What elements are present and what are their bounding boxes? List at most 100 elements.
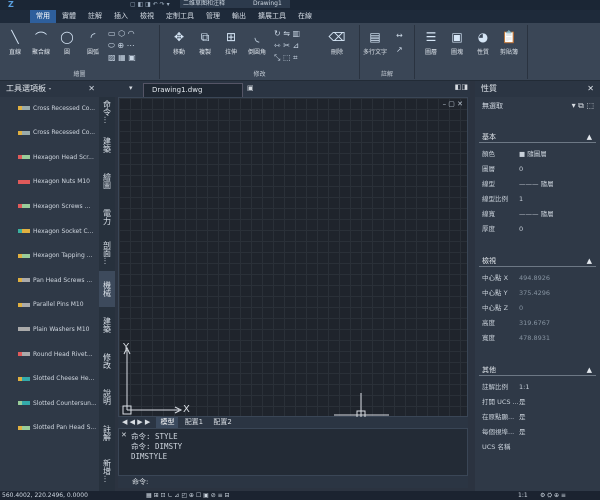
palette-tab[interactable]: 說明 xyxy=(99,379,115,415)
ribbon-tab[interactable]: 定制工具 xyxy=(160,10,200,23)
ribbon-tab[interactable]: 擴展工具 xyxy=(252,10,292,23)
block-button[interactable]: ▣ 圖塊 xyxy=(444,29,470,56)
tab-model[interactable]: 模型 xyxy=(156,417,179,428)
drawing-canvas[interactable]: – ▢ ✕ Y X xyxy=(118,97,468,418)
ribbon-tab[interactable]: 插入 xyxy=(108,10,134,23)
collapse-icon[interactable]: ▲ xyxy=(587,255,592,267)
close-icon[interactable]: ✕ xyxy=(587,81,594,97)
property-row[interactable]: 高度 319.6767 xyxy=(479,316,596,330)
mtext-button[interactable]: ▤ 多行文字 xyxy=(362,29,388,56)
scale-icon[interactable]: ⤡ ⬚ ⌗ xyxy=(274,53,298,63)
tool-item[interactable]: Hexagon Screws ... xyxy=(18,199,90,213)
rectangle-icon[interactable]: ▭ ⬡ ◠ xyxy=(108,29,135,38)
property-row[interactable]: 打開 UCS ... 是 xyxy=(479,395,596,409)
tool-item[interactable]: Plain Washers M10 xyxy=(18,322,90,336)
clipboard-button[interactable]: 📋 剪貼簿 xyxy=(496,29,522,56)
status-toggles[interactable]: ▦ ⊞ ⊡ ∟ ⊿ ◰ ⊕ ☐ ▣ ⊘ ≡ ⊟ xyxy=(146,491,230,500)
tab-layout2[interactable]: 配置2 xyxy=(209,417,235,428)
property-row[interactable]: 線寬 ——— 隨層 xyxy=(479,207,596,221)
palette-tab[interactable]: 繪圖 xyxy=(99,163,115,199)
collapse-icon[interactable]: ▲ xyxy=(587,364,592,376)
ribbon-tab[interactable]: 註解 xyxy=(82,10,108,23)
tool-item[interactable]: Cross Recessed Co... xyxy=(18,101,95,115)
property-row[interactable]: UCS 名稱 xyxy=(479,440,596,454)
annotation-scale[interactable]: 1:1 xyxy=(518,491,528,500)
property-row[interactable]: 在原點顯... 是 xyxy=(479,410,596,424)
property-row[interactable]: 顏色 ■ 隨圖層 xyxy=(479,147,596,161)
property-row[interactable]: 線型 ——— 隨層 xyxy=(479,177,596,191)
property-section[interactable]: 檢視 ▲ xyxy=(479,255,596,267)
palette-tab[interactable]: 建築 xyxy=(99,307,115,343)
palette-tab[interactable]: 命令... xyxy=(99,97,115,127)
stretch-button[interactable]: ⊞ 拉伸 xyxy=(218,29,244,56)
quick-select-icon[interactable]: ▾ ⧉ ⬚ xyxy=(572,101,594,111)
tool-item[interactable]: Cross Recessed Co... xyxy=(18,126,95,140)
property-section[interactable]: 基本 ▲ xyxy=(479,131,596,143)
property-row[interactable]: 圖層 0 xyxy=(479,162,596,176)
erase-button[interactable]: ⌫ 刪除 xyxy=(324,29,350,56)
tool-item[interactable]: Hexagon Head Scr... xyxy=(18,150,94,164)
close-icon[interactable]: ✕ xyxy=(121,431,127,439)
new-tab-icon[interactable]: ▣ xyxy=(247,84,254,92)
dimension-icon[interactable]: ↔ xyxy=(396,31,403,40)
ribbon-tab[interactable]: 常用 xyxy=(30,10,56,23)
ribbon-tab[interactable]: 實體 xyxy=(56,10,82,23)
properties-button[interactable]: ◕ 性質 xyxy=(470,29,496,56)
palette-tab[interactable]: 電力 xyxy=(99,199,115,235)
quick-access-toolbar[interactable]: ▢ ◧ ◨ ↶ ↷ ▾ xyxy=(130,1,170,8)
tool-item[interactable]: Hexagon Socket C... xyxy=(18,224,93,238)
tool-item[interactable]: Pan Head Screws ... xyxy=(18,273,92,287)
tool-item[interactable]: Slotted Countersun... xyxy=(18,396,97,410)
palette-tab[interactable]: 註解 xyxy=(99,415,115,451)
palette-tab[interactable]: 新增... xyxy=(99,451,115,491)
close-icon[interactable]: ✕ xyxy=(88,81,95,97)
selection-dropdown[interactable]: 無選取 xyxy=(479,100,559,112)
property-section[interactable]: 其他 ▲ xyxy=(479,364,596,376)
collapse-icon[interactable]: ▲ xyxy=(587,131,592,143)
mirror-icon[interactable]: ⇿ ✂ ⊿ xyxy=(274,41,299,50)
ellipse-icon[interactable]: ⬭ ⊕ ⋯ xyxy=(108,41,135,51)
palette-tab[interactable]: 機械 xyxy=(99,271,115,307)
status-right-icons[interactable]: ⚙ ⛭ ⊕ ≡ xyxy=(540,491,566,500)
ribbon-tab[interactable]: 管理 xyxy=(200,10,226,23)
polyline-button[interactable]: ⌒ 聚合線 xyxy=(28,29,54,57)
document-dropdown[interactable]: Drawing1 xyxy=(250,0,290,8)
circle-button[interactable]: ◯ 圓 xyxy=(54,29,80,56)
tool-item[interactable]: Slotted Cheese He... xyxy=(18,372,94,386)
copy-button[interactable]: ⧉ 複製 xyxy=(192,29,218,57)
tool-item[interactable]: Slotted Pan Head S... xyxy=(18,421,96,435)
panel-toggle-icon[interactable]: ◧◨ xyxy=(455,83,468,91)
move-button[interactable]: ✥ 移動 xyxy=(166,29,192,56)
tool-item[interactable]: Parallel Pins M10 xyxy=(18,298,84,312)
nav-arrows[interactable]: ◀ ◀ ▶ ▶ xyxy=(118,417,154,428)
workspace-dropdown[interactable]: 二维草图和注释 xyxy=(180,0,250,8)
leader-icon[interactable]: ↗ xyxy=(396,45,403,54)
tab-menu-icon[interactable]: ▾ xyxy=(129,84,133,92)
property-row[interactable]: 中心點 Z0 xyxy=(479,301,596,315)
command-input[interactable]: 命令: xyxy=(118,476,468,488)
arc-button[interactable]: ◜ 圓弧 xyxy=(80,29,106,56)
property-row[interactable]: 註解比例 1:1 xyxy=(479,380,596,394)
drawing-tab[interactable]: Drawing1.dwg xyxy=(143,83,243,97)
layers-button[interactable]: ☰ 圖層 xyxy=(418,29,444,56)
property-row[interactable]: 中心點 Y 375.4296 xyxy=(479,286,596,300)
ribbon-tab[interactable]: 在線 xyxy=(292,10,318,23)
fillet-button[interactable]: ◟ 倒圓角 xyxy=(244,29,270,56)
property-row[interactable]: 每個視埠... 是 xyxy=(479,425,596,439)
palette-tab[interactable]: 剖面... xyxy=(99,235,115,271)
property-row[interactable]: 中心點 X 494.8926 xyxy=(479,271,596,285)
rotate-icon[interactable]: ↻ ⇋ ▥ xyxy=(274,29,300,38)
property-row[interactable]: 厚度 0 xyxy=(479,222,596,236)
tool-item[interactable]: Hexagon Nuts M10 xyxy=(18,175,90,189)
palette-tab[interactable]: 修改 xyxy=(99,343,115,379)
hatch-icon[interactable]: ▨ ▦ ▣ xyxy=(108,53,136,62)
ribbon-tab[interactable]: 檢視 xyxy=(134,10,160,23)
line-button[interactable]: ╲ 直線 xyxy=(2,29,28,56)
tab-layout1[interactable]: 配置1 xyxy=(181,417,207,428)
property-row[interactable]: 線型比例 1 xyxy=(479,192,596,206)
property-row[interactable]: 寬度 478.8931 xyxy=(479,331,596,345)
palette-tab[interactable]: 建築 xyxy=(99,127,115,163)
ribbon-tab[interactable]: 輸出 xyxy=(226,10,252,23)
tool-item[interactable]: Round Head Rivet... xyxy=(18,347,93,361)
tool-item[interactable]: Hexagon Tapping ... xyxy=(18,249,92,263)
